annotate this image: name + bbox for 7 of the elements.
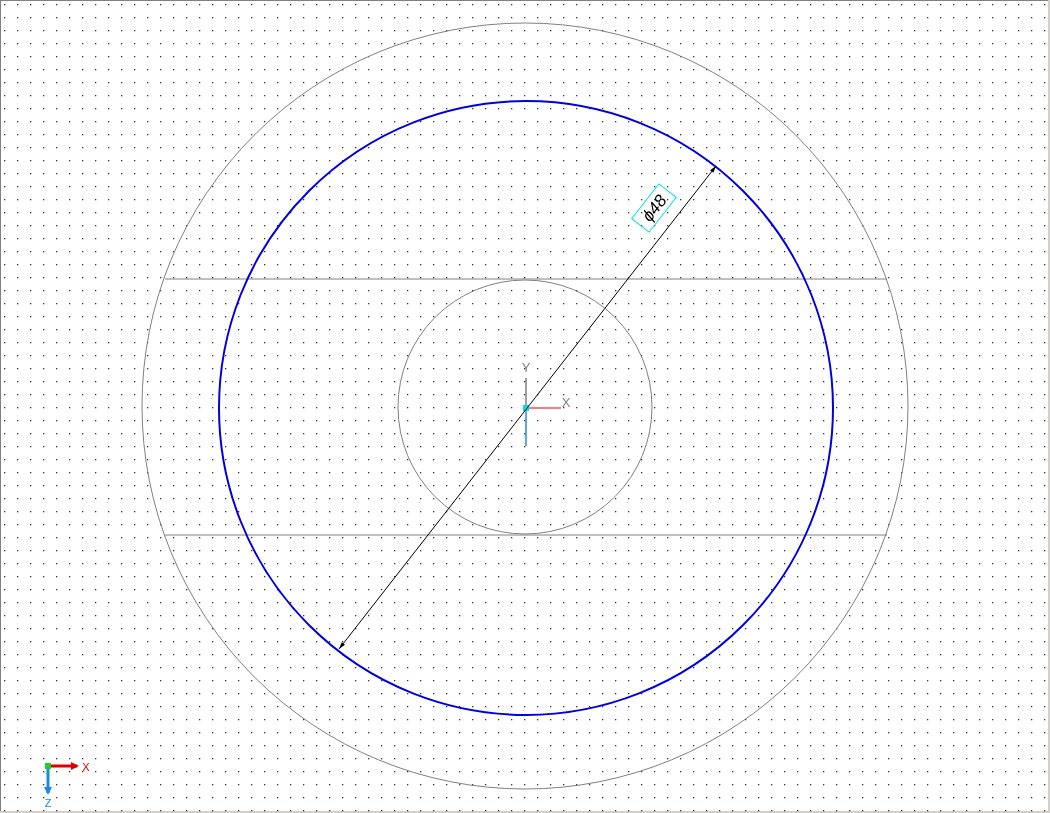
- axis-label: X: [561, 395, 571, 410]
- axis-label: Z: [44, 797, 52, 809]
- selected-circle[interactable]: [218, 100, 834, 716]
- axis-label: X: [82, 761, 90, 773]
- axis-label: Y: [521, 360, 531, 375]
- view-triad-icon: [44, 762, 79, 795]
- origin-axes: [523, 377, 562, 447]
